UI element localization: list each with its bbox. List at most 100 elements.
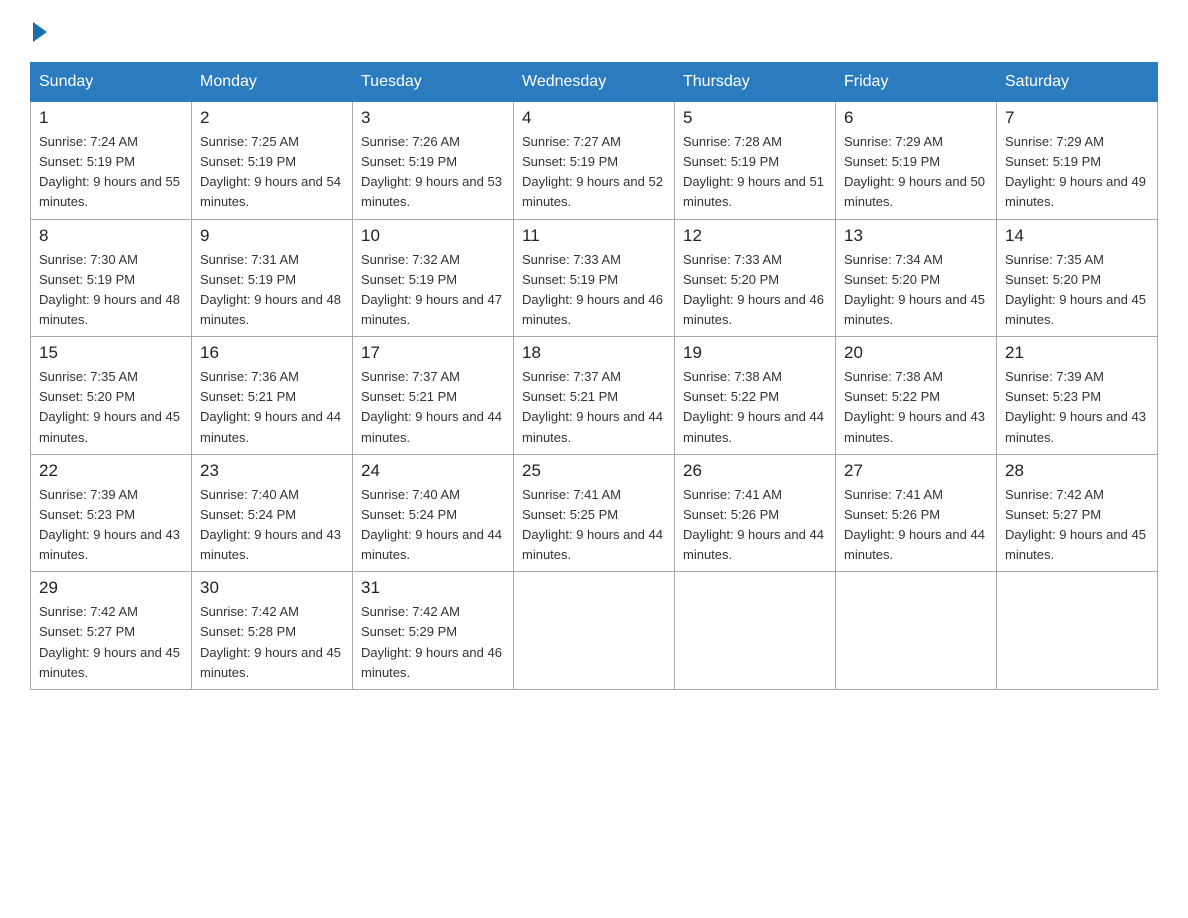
day-number: 14 [1005, 226, 1149, 246]
day-info: Sunrise: 7:42 AM Sunset: 5:27 PM Dayligh… [1005, 485, 1149, 566]
day-number: 23 [200, 461, 344, 481]
calendar-table: SundayMondayTuesdayWednesdayThursdayFrid… [30, 62, 1158, 690]
day-info: Sunrise: 7:31 AM Sunset: 5:19 PM Dayligh… [200, 250, 344, 331]
calendar-day-cell: 14 Sunrise: 7:35 AM Sunset: 5:20 PM Dayl… [997, 219, 1158, 337]
day-number: 27 [844, 461, 988, 481]
weekday-header: Wednesday [514, 63, 675, 102]
day-info: Sunrise: 7:41 AM Sunset: 5:26 PM Dayligh… [844, 485, 988, 566]
calendar-day-cell: 22 Sunrise: 7:39 AM Sunset: 5:23 PM Dayl… [31, 454, 192, 572]
day-info: Sunrise: 7:33 AM Sunset: 5:20 PM Dayligh… [683, 250, 827, 331]
day-number: 22 [39, 461, 183, 481]
calendar-day-cell: 5 Sunrise: 7:28 AM Sunset: 5:19 PM Dayli… [675, 102, 836, 220]
day-info: Sunrise: 7:41 AM Sunset: 5:25 PM Dayligh… [522, 485, 666, 566]
day-info: Sunrise: 7:36 AM Sunset: 5:21 PM Dayligh… [200, 367, 344, 448]
day-number: 24 [361, 461, 505, 481]
calendar-week-row: 8 Sunrise: 7:30 AM Sunset: 5:19 PM Dayli… [31, 219, 1158, 337]
calendar-week-row: 29 Sunrise: 7:42 AM Sunset: 5:27 PM Dayl… [31, 572, 1158, 690]
weekday-header: Monday [192, 63, 353, 102]
page-header [30, 20, 1158, 42]
calendar-week-row: 22 Sunrise: 7:39 AM Sunset: 5:23 PM Dayl… [31, 454, 1158, 572]
day-number: 31 [361, 578, 505, 598]
calendar-day-cell [997, 572, 1158, 690]
calendar-day-cell: 18 Sunrise: 7:37 AM Sunset: 5:21 PM Dayl… [514, 337, 675, 455]
weekday-header: Thursday [675, 63, 836, 102]
day-number: 2 [200, 108, 344, 128]
weekday-header: Friday [836, 63, 997, 102]
day-info: Sunrise: 7:25 AM Sunset: 5:19 PM Dayligh… [200, 132, 344, 213]
calendar-header-row: SundayMondayTuesdayWednesdayThursdayFrid… [31, 63, 1158, 102]
calendar-day-cell: 11 Sunrise: 7:33 AM Sunset: 5:19 PM Dayl… [514, 219, 675, 337]
day-number: 15 [39, 343, 183, 363]
day-number: 26 [683, 461, 827, 481]
day-info: Sunrise: 7:26 AM Sunset: 5:19 PM Dayligh… [361, 132, 505, 213]
day-info: Sunrise: 7:37 AM Sunset: 5:21 PM Dayligh… [361, 367, 505, 448]
calendar-day-cell: 31 Sunrise: 7:42 AM Sunset: 5:29 PM Dayl… [353, 572, 514, 690]
calendar-day-cell: 16 Sunrise: 7:36 AM Sunset: 5:21 PM Dayl… [192, 337, 353, 455]
day-number: 6 [844, 108, 988, 128]
day-info: Sunrise: 7:29 AM Sunset: 5:19 PM Dayligh… [1005, 132, 1149, 213]
day-number: 30 [200, 578, 344, 598]
day-number: 8 [39, 226, 183, 246]
day-number: 5 [683, 108, 827, 128]
calendar-day-cell [514, 572, 675, 690]
calendar-day-cell: 9 Sunrise: 7:31 AM Sunset: 5:19 PM Dayli… [192, 219, 353, 337]
day-info: Sunrise: 7:37 AM Sunset: 5:21 PM Dayligh… [522, 367, 666, 448]
calendar-week-row: 15 Sunrise: 7:35 AM Sunset: 5:20 PM Dayl… [31, 337, 1158, 455]
day-number: 19 [683, 343, 827, 363]
calendar-day-cell: 6 Sunrise: 7:29 AM Sunset: 5:19 PM Dayli… [836, 102, 997, 220]
day-number: 11 [522, 226, 666, 246]
calendar-day-cell: 10 Sunrise: 7:32 AM Sunset: 5:19 PM Dayl… [353, 219, 514, 337]
calendar-day-cell: 23 Sunrise: 7:40 AM Sunset: 5:24 PM Dayl… [192, 454, 353, 572]
calendar-day-cell: 27 Sunrise: 7:41 AM Sunset: 5:26 PM Dayl… [836, 454, 997, 572]
day-number: 10 [361, 226, 505, 246]
day-info: Sunrise: 7:40 AM Sunset: 5:24 PM Dayligh… [200, 485, 344, 566]
day-info: Sunrise: 7:42 AM Sunset: 5:27 PM Dayligh… [39, 602, 183, 683]
calendar-day-cell [675, 572, 836, 690]
calendar-day-cell: 12 Sunrise: 7:33 AM Sunset: 5:20 PM Dayl… [675, 219, 836, 337]
day-info: Sunrise: 7:28 AM Sunset: 5:19 PM Dayligh… [683, 132, 827, 213]
calendar-day-cell: 4 Sunrise: 7:27 AM Sunset: 5:19 PM Dayli… [514, 102, 675, 220]
day-info: Sunrise: 7:35 AM Sunset: 5:20 PM Dayligh… [1005, 250, 1149, 331]
day-info: Sunrise: 7:34 AM Sunset: 5:20 PM Dayligh… [844, 250, 988, 331]
day-info: Sunrise: 7:29 AM Sunset: 5:19 PM Dayligh… [844, 132, 988, 213]
day-number: 20 [844, 343, 988, 363]
day-number: 16 [200, 343, 344, 363]
weekday-header: Saturday [997, 63, 1158, 102]
day-number: 3 [361, 108, 505, 128]
day-info: Sunrise: 7:38 AM Sunset: 5:22 PM Dayligh… [844, 367, 988, 448]
day-number: 28 [1005, 461, 1149, 481]
calendar-day-cell: 1 Sunrise: 7:24 AM Sunset: 5:19 PM Dayli… [31, 102, 192, 220]
calendar-day-cell: 29 Sunrise: 7:42 AM Sunset: 5:27 PM Dayl… [31, 572, 192, 690]
logo [30, 20, 47, 42]
day-number: 13 [844, 226, 988, 246]
calendar-day-cell: 25 Sunrise: 7:41 AM Sunset: 5:25 PM Dayl… [514, 454, 675, 572]
weekday-header: Sunday [31, 63, 192, 102]
day-number: 18 [522, 343, 666, 363]
day-number: 9 [200, 226, 344, 246]
calendar-day-cell: 21 Sunrise: 7:39 AM Sunset: 5:23 PM Dayl… [997, 337, 1158, 455]
day-info: Sunrise: 7:32 AM Sunset: 5:19 PM Dayligh… [361, 250, 505, 331]
calendar-week-row: 1 Sunrise: 7:24 AM Sunset: 5:19 PM Dayli… [31, 102, 1158, 220]
calendar-day-cell: 20 Sunrise: 7:38 AM Sunset: 5:22 PM Dayl… [836, 337, 997, 455]
day-info: Sunrise: 7:40 AM Sunset: 5:24 PM Dayligh… [361, 485, 505, 566]
day-info: Sunrise: 7:39 AM Sunset: 5:23 PM Dayligh… [1005, 367, 1149, 448]
day-number: 25 [522, 461, 666, 481]
day-number: 17 [361, 343, 505, 363]
day-info: Sunrise: 7:38 AM Sunset: 5:22 PM Dayligh… [683, 367, 827, 448]
calendar-day-cell: 19 Sunrise: 7:38 AM Sunset: 5:22 PM Dayl… [675, 337, 836, 455]
calendar-day-cell: 8 Sunrise: 7:30 AM Sunset: 5:19 PM Dayli… [31, 219, 192, 337]
calendar-day-cell: 24 Sunrise: 7:40 AM Sunset: 5:24 PM Dayl… [353, 454, 514, 572]
calendar-day-cell [836, 572, 997, 690]
day-number: 1 [39, 108, 183, 128]
day-number: 12 [683, 226, 827, 246]
day-info: Sunrise: 7:30 AM Sunset: 5:19 PM Dayligh… [39, 250, 183, 331]
day-number: 4 [522, 108, 666, 128]
day-info: Sunrise: 7:35 AM Sunset: 5:20 PM Dayligh… [39, 367, 183, 448]
day-info: Sunrise: 7:42 AM Sunset: 5:28 PM Dayligh… [200, 602, 344, 683]
day-number: 29 [39, 578, 183, 598]
calendar-day-cell: 28 Sunrise: 7:42 AM Sunset: 5:27 PM Dayl… [997, 454, 1158, 572]
calendar-day-cell: 7 Sunrise: 7:29 AM Sunset: 5:19 PM Dayli… [997, 102, 1158, 220]
day-info: Sunrise: 7:33 AM Sunset: 5:19 PM Dayligh… [522, 250, 666, 331]
day-number: 7 [1005, 108, 1149, 128]
weekday-header: Tuesday [353, 63, 514, 102]
